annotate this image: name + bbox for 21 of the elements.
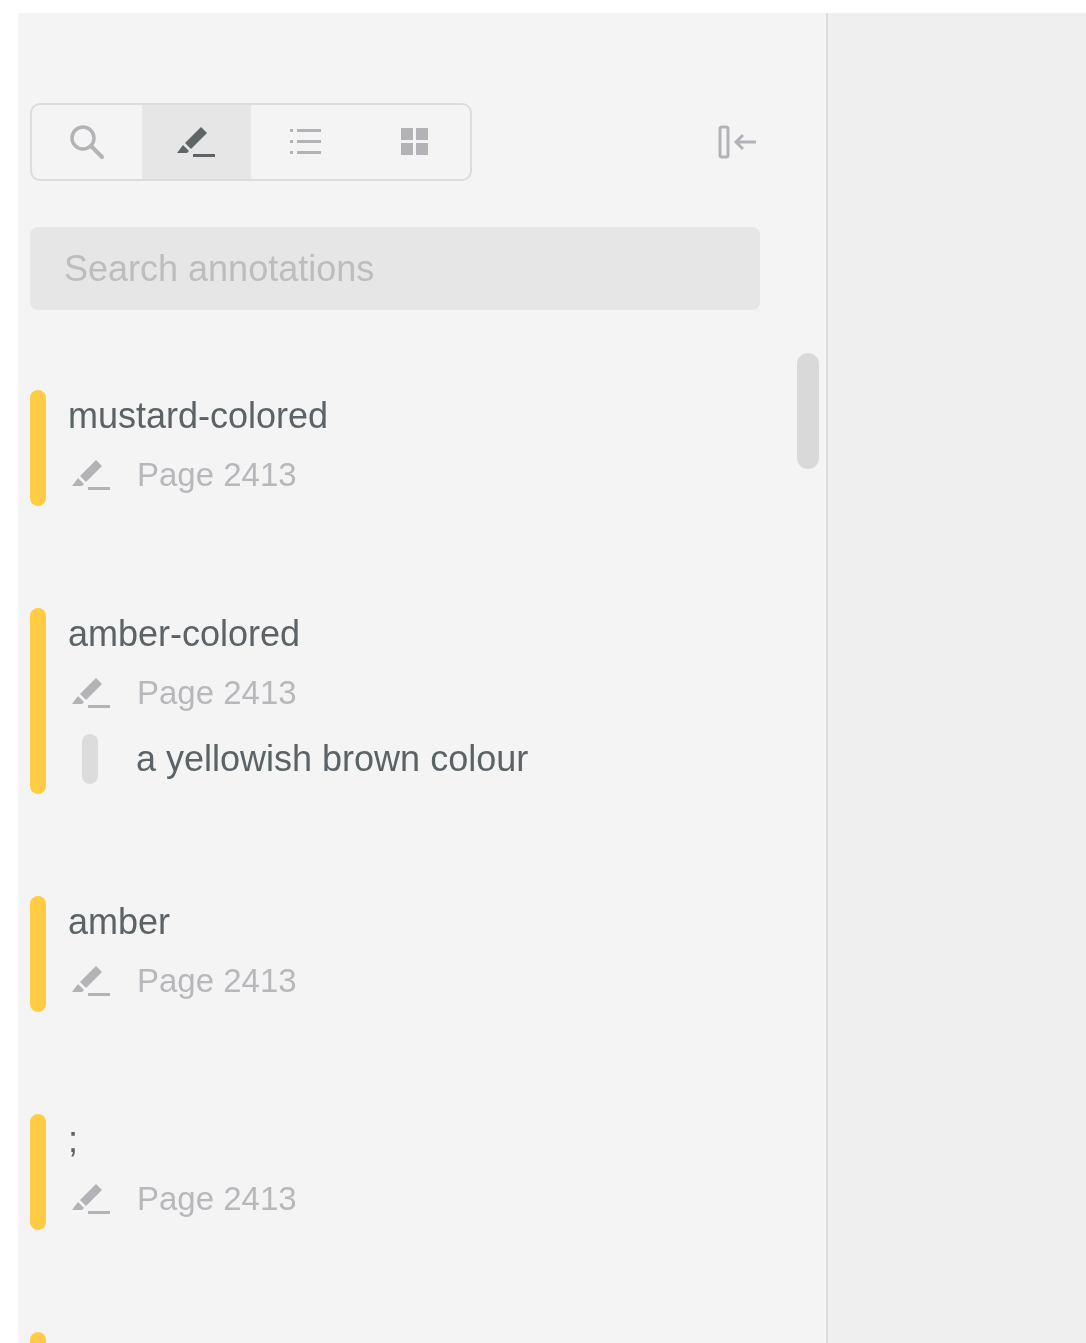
highlighter-icon [70, 964, 112, 998]
page-number: Page 2413 [137, 674, 297, 712]
highlighter-icon [70, 676, 112, 710]
highlighter-icon [70, 1182, 112, 1216]
page-number: Page 2413 [137, 456, 297, 494]
highlighter-icon [70, 458, 112, 492]
annotation-text[interactable]: mustard-colored [68, 388, 329, 444]
list-icon [289, 127, 322, 157]
note-marker [82, 734, 98, 784]
scrollbar-thumb[interactable] [797, 353, 819, 469]
page-number: Page 2413 [137, 1180, 297, 1218]
annotation-text[interactable]: amber-colored [68, 606, 529, 662]
annotation-text[interactable]: amber [68, 894, 297, 950]
highlighter-icon [175, 125, 218, 159]
page-number: Page 2413 [137, 962, 297, 1000]
highlight-tab[interactable] [141, 105, 251, 179]
grid-icon [401, 128, 430, 156]
collapse-sidebar-button[interactable] [718, 125, 758, 159]
annotation-note: a yellowish brown colour [136, 738, 529, 780]
collapse-icon [718, 125, 758, 159]
annotation-text[interactable]: ; [68, 1112, 297, 1168]
